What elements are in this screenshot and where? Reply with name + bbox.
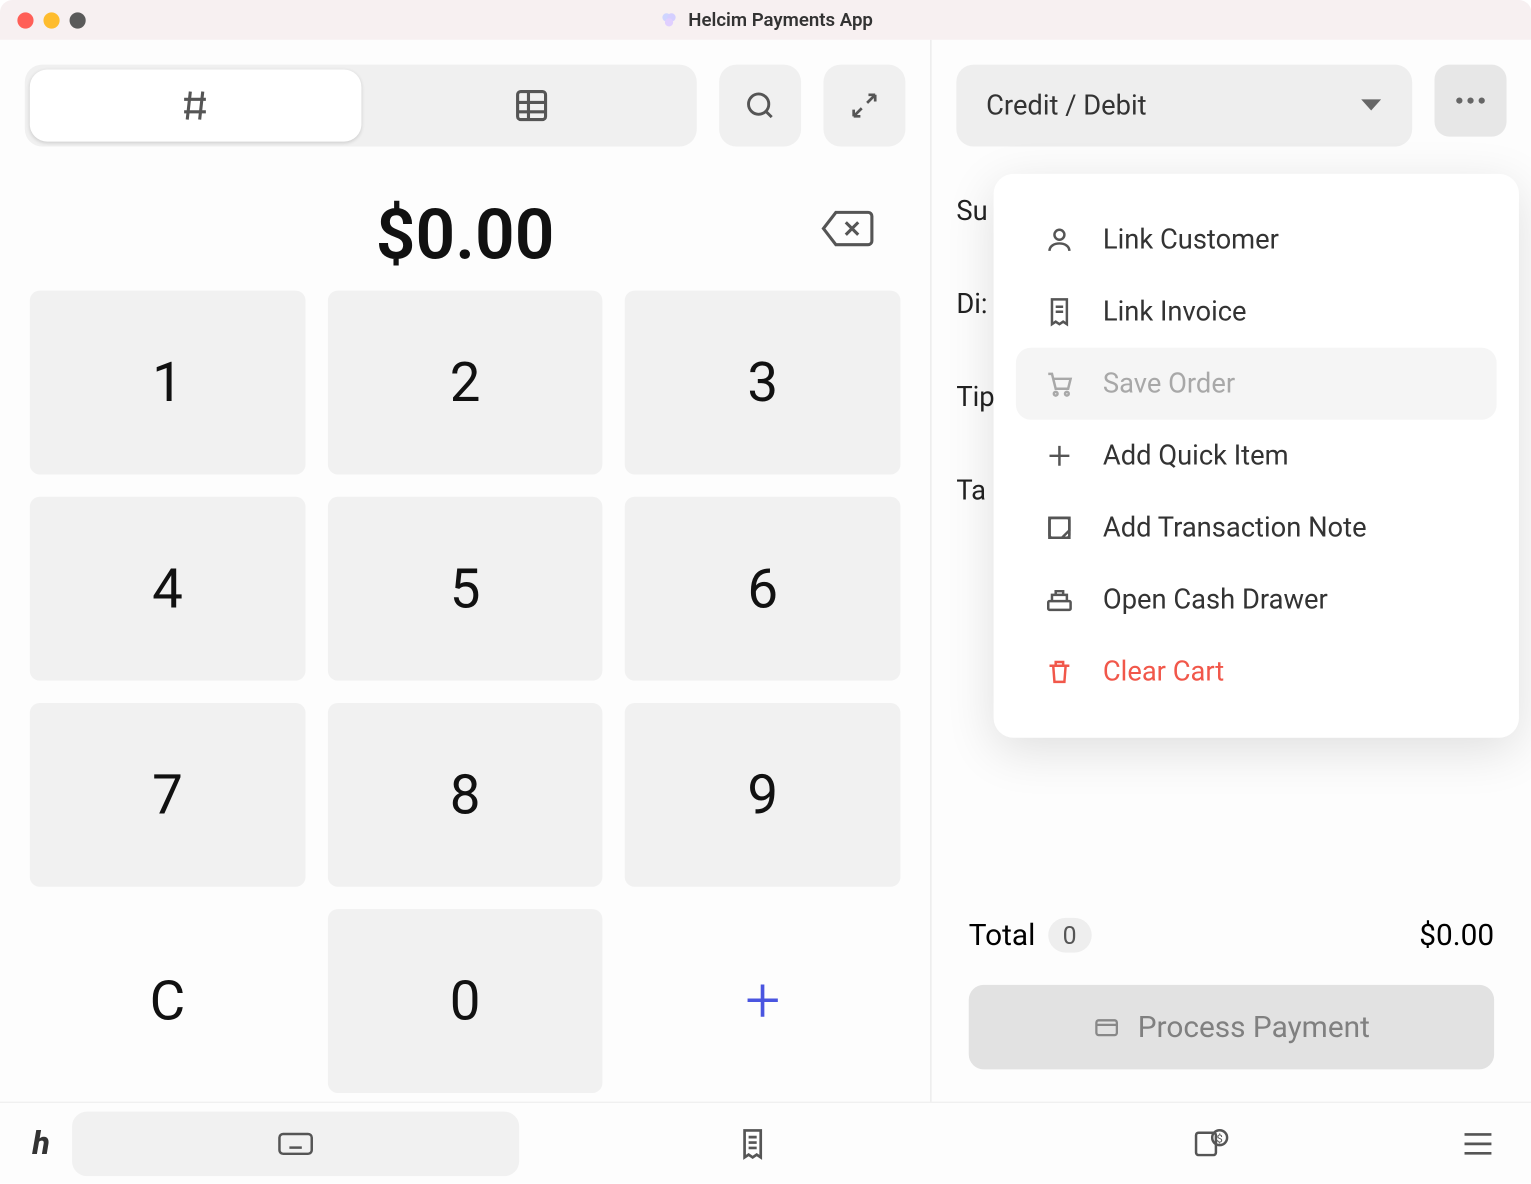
key-1[interactable]: 1 — [30, 291, 305, 475]
more-icon — [1454, 96, 1486, 106]
backspace-button[interactable] — [821, 207, 876, 249]
total-label: Total — [969, 918, 1036, 953]
receipt-icon — [737, 1126, 769, 1161]
hamburger-icon — [1462, 1131, 1494, 1156]
total-bar: Total 0 $0.00 — [969, 918, 1494, 953]
fullscreen-window-button[interactable] — [70, 12, 86, 28]
menu-link-invoice[interactable]: Link Invoice — [1016, 276, 1497, 348]
total-amount: $0.00 — [1419, 918, 1494, 953]
grid-mode-button[interactable] — [366, 65, 697, 147]
key-3[interactable]: 3 — [625, 291, 900, 475]
window-controls — [17, 12, 85, 28]
cart-icon — [1043, 368, 1075, 400]
keypad-pane: $0.00 1 2 3 4 5 6 7 8 9 C 0 + — [0, 40, 932, 1102]
note-icon — [1043, 512, 1075, 544]
key-plus[interactable]: + — [625, 909, 900, 1093]
menu-add-quick-item-label: Add Quick Item — [1103, 440, 1289, 471]
more-actions-button[interactable] — [1435, 65, 1507, 137]
key-2[interactable]: 2 — [327, 291, 602, 475]
menu-clear-cart-label: Clear Cart — [1103, 656, 1224, 687]
nav-keypad-tab[interactable] — [72, 1111, 519, 1176]
window-title: Helcim Payments App — [688, 9, 873, 31]
key-8[interactable]: 8 — [327, 703, 602, 887]
home-button[interactable]: h — [20, 1125, 62, 1162]
customer-icon — [1043, 224, 1075, 256]
keypad: 1 2 3 4 5 6 7 8 9 C 0 + — [25, 286, 906, 1098]
invoice-icon — [1043, 296, 1075, 328]
process-payment-button: Process Payment — [969, 985, 1494, 1069]
menu-add-quick-item[interactable]: Add Quick Item — [1016, 420, 1497, 492]
menu-link-customer[interactable]: Link Customer — [1016, 204, 1497, 276]
search-icon — [743, 88, 778, 123]
menu-add-transaction-note[interactable]: Add Transaction Note — [1016, 492, 1497, 564]
key-0[interactable]: 0 — [327, 909, 602, 1093]
entry-mode-toggle — [25, 65, 697, 147]
app-window: Helcim Payments App — [0, 0, 1531, 1184]
cash-drawer-icon — [1043, 584, 1075, 616]
device-icon: $ — [1192, 1125, 1229, 1162]
bottom-nav: h $ — [0, 1103, 1531, 1184]
menu-open-cash-drawer-label: Open Cash Drawer — [1103, 584, 1328, 615]
expand-icon — [848, 89, 880, 121]
numpad-mode-button[interactable] — [30, 70, 361, 142]
items-count: 0 — [1048, 918, 1092, 953]
menu-save-order-label: Save Order — [1103, 368, 1235, 399]
menu-link-customer-label: Link Customer — [1103, 224, 1279, 255]
nav-device-button[interactable]: $ — [1175, 1115, 1247, 1172]
key-6[interactable]: 6 — [625, 497, 900, 681]
menu-clear-cart[interactable]: Clear Cart — [1016, 636, 1497, 708]
plus-icon — [1043, 440, 1075, 472]
more-actions-menu: Link Customer Link Invoice Save Order Ad… — [994, 174, 1519, 738]
menu-open-cash-drawer[interactable]: Open Cash Drawer — [1016, 564, 1497, 636]
titlebar: Helcim Payments App — [0, 0, 1531, 40]
nav-menu-button[interactable] — [1444, 1121, 1511, 1166]
amount-display: $0.00 — [376, 194, 555, 276]
key-9[interactable]: 9 — [625, 703, 900, 887]
key-5[interactable]: 5 — [327, 497, 602, 681]
cart-pane: Credit / Debit Su Di: Tip Ta Link Custom… — [932, 40, 1531, 1102]
backspace-icon — [821, 207, 876, 249]
key-7[interactable]: 7 — [30, 703, 305, 887]
hash-icon — [177, 87, 214, 124]
minimize-window-button[interactable] — [43, 12, 59, 28]
expand-button[interactable] — [823, 65, 905, 147]
title: Helcim Payments App — [658, 9, 872, 31]
menu-link-invoice-label: Link Invoice — [1103, 296, 1247, 327]
app-icon — [658, 10, 678, 30]
process-payment-label: Process Payment — [1138, 1010, 1370, 1045]
payment-method-select[interactable]: Credit / Debit — [956, 65, 1412, 147]
keypad-tab-icon — [277, 1128, 314, 1158]
payment-method-label: Credit / Debit — [986, 90, 1146, 121]
nav-receipts-button[interactable] — [720, 1116, 787, 1171]
menu-save-order: Save Order — [1016, 348, 1497, 420]
payment-icon — [1093, 1013, 1120, 1040]
chevron-down-icon — [1360, 98, 1382, 113]
trash-icon — [1043, 656, 1075, 688]
key-clear[interactable]: C — [30, 909, 305, 1093]
svg-text:$: $ — [1216, 1132, 1222, 1145]
search-button[interactable] — [719, 65, 801, 147]
close-window-button[interactable] — [17, 12, 33, 28]
grid-icon — [513, 87, 550, 124]
menu-add-transaction-note-label: Add Transaction Note — [1103, 512, 1367, 543]
key-4[interactable]: 4 — [30, 497, 305, 681]
